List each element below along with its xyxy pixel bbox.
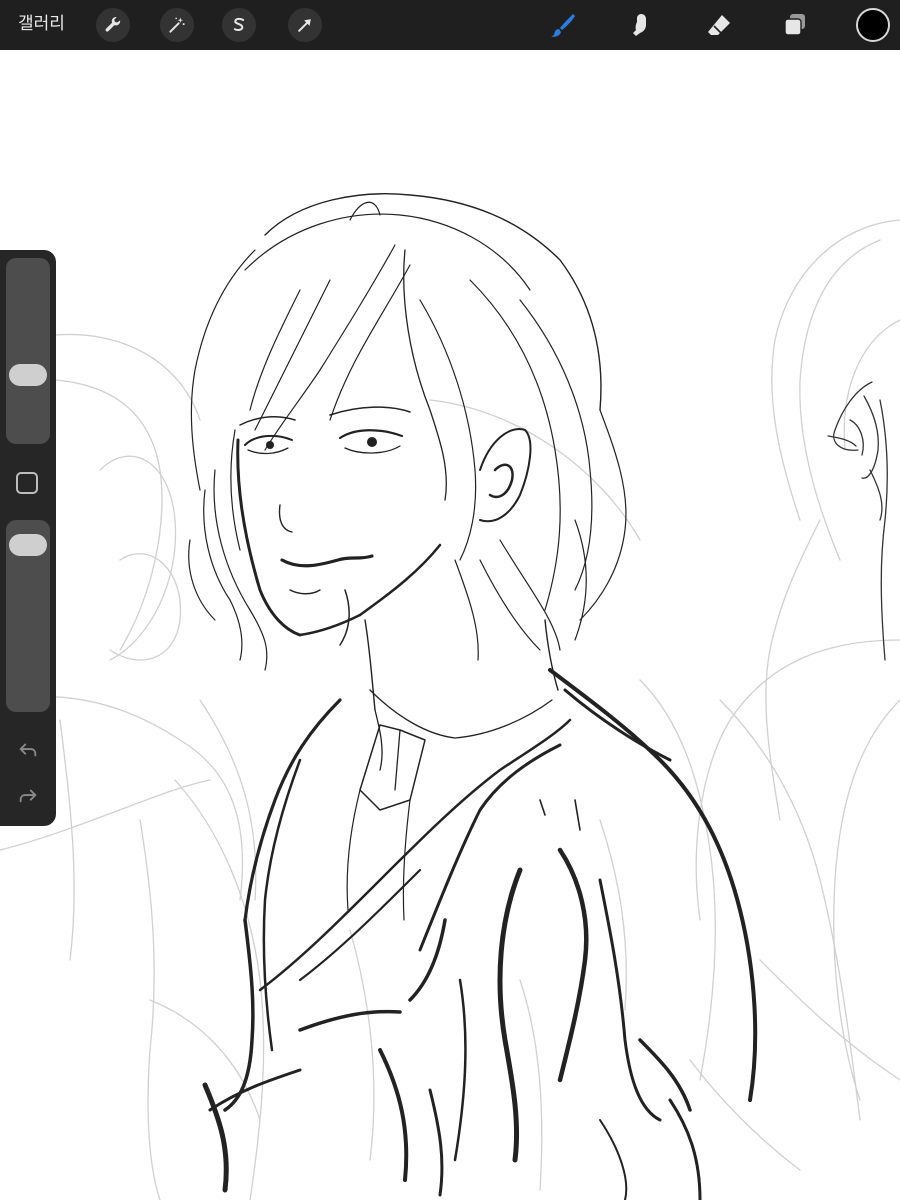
transform-button[interactable]	[288, 8, 322, 42]
brush-size-slider-thumb[interactable]	[9, 363, 47, 386]
actions-button[interactable]	[96, 8, 130, 42]
left-sidebar	[0, 250, 56, 826]
smudge-finger-icon	[633, 14, 646, 36]
partial-ear-sketch	[827, 381, 888, 661]
brush-tool-button[interactable]	[546, 8, 580, 42]
redo-button[interactable]	[14, 782, 42, 810]
modify-button[interactable]	[16, 472, 38, 494]
color-picker-button[interactable]	[856, 8, 890, 42]
drawing-canvas[interactable]	[0, 50, 900, 1200]
top-toolbar: 갤러리	[0, 0, 900, 50]
opacity-slider-thumb[interactable]	[9, 534, 47, 557]
selection-button[interactable]	[222, 8, 256, 42]
undo-button[interactable]	[14, 736, 42, 764]
brush-size-slider[interactable]	[6, 258, 50, 444]
smudge-tool-button[interactable]	[624, 8, 658, 42]
eraser-icon	[708, 15, 730, 35]
gallery-button[interactable]: 갤러리	[18, 12, 65, 36]
brush-icon	[551, 14, 575, 37]
layers-icon	[784, 14, 805, 36]
procreate-app: 갤러리	[0, 0, 900, 1200]
layers-button[interactable]	[778, 8, 812, 42]
magic-wand-icon	[169, 17, 185, 33]
opacity-slider[interactable]	[6, 520, 50, 712]
eraser-tool-button[interactable]	[702, 8, 736, 42]
character-sketch	[188, 193, 758, 1200]
wrench-icon	[105, 17, 121, 32]
adjustments-button[interactable]	[160, 8, 194, 42]
redo-arrow-icon	[19, 789, 37, 803]
undo-arrow-icon	[19, 743, 37, 757]
selection-s-icon	[233, 17, 245, 32]
background-sketch-layer	[0, 219, 900, 1200]
sketch-artwork	[0, 193, 900, 1200]
arrow-cursor-icon	[298, 19, 311, 32]
